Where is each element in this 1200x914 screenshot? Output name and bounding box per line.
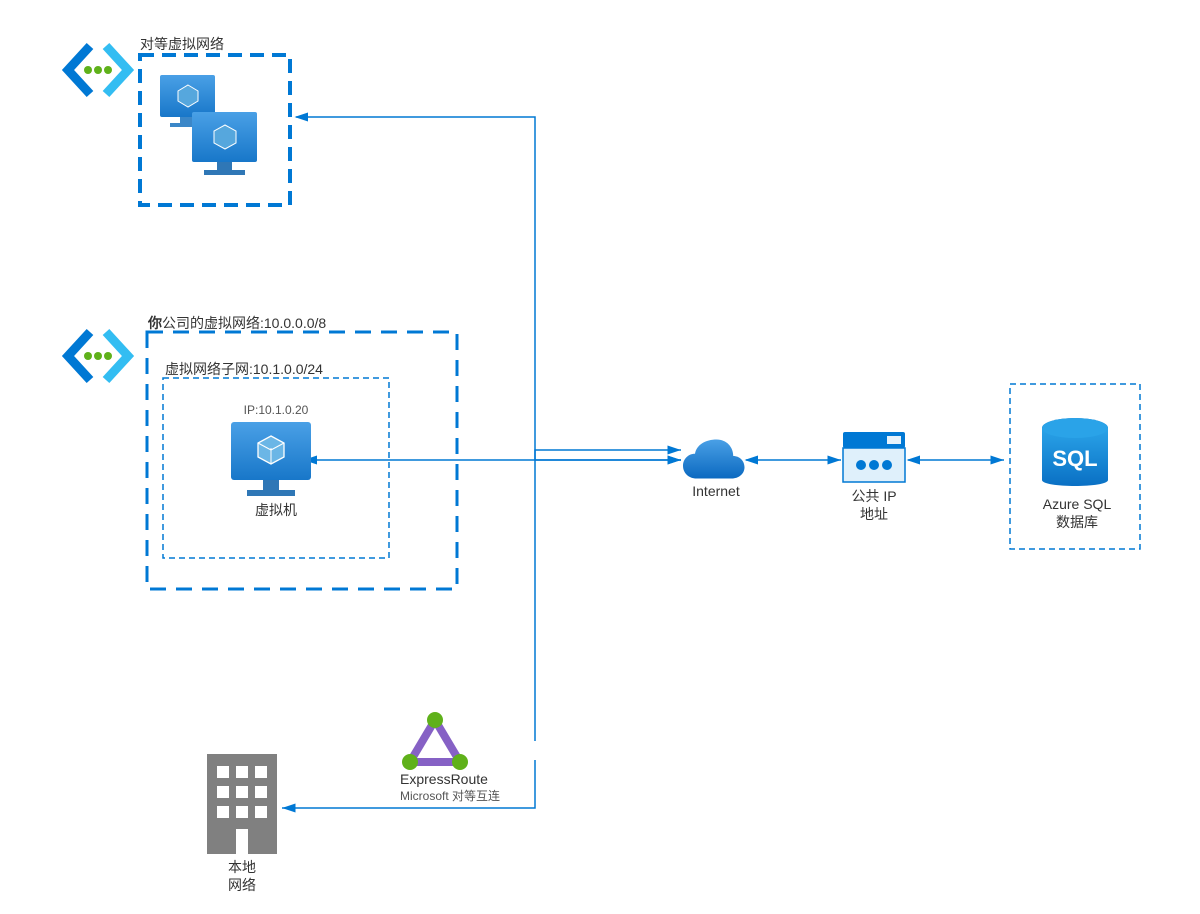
- onprem-label: 本地网络: [207, 858, 277, 894]
- vnet-icon: [68, 332, 128, 380]
- subnet-title: 虚拟网络子网:10.1.0.0/24: [165, 359, 323, 379]
- company-vnet-title: 你公司的虚拟网络:10.0.0.0/8: [148, 313, 326, 333]
- sql-label: Azure SQL数据库: [1032, 495, 1122, 531]
- vm-icon: [231, 422, 311, 496]
- internet-icon: [683, 440, 745, 479]
- sql-icon: SQL: [1042, 418, 1108, 486]
- vm-label: 虚拟机: [236, 500, 316, 520]
- peered-vnet-title: 对等虚拟网络: [140, 34, 224, 54]
- connector-er-to-internet: [535, 450, 681, 741]
- expressroute-label: ExpressRoute Microsoft 对等互连: [400, 771, 500, 804]
- onprem-icon: [207, 754, 277, 854]
- connector-peered: [296, 117, 535, 460]
- vm-ip-label: IP:10.1.0.20: [236, 403, 316, 417]
- peered-vnet-group: [68, 46, 290, 205]
- public-ip-icon: [843, 432, 905, 482]
- vnet-icon: [68, 46, 128, 94]
- internet-label: Internet: [686, 483, 746, 499]
- expressroute-icon: [402, 712, 468, 770]
- public-ip-label: 公共 IP地址: [843, 487, 905, 523]
- svg-text:SQL: SQL: [1052, 446, 1097, 471]
